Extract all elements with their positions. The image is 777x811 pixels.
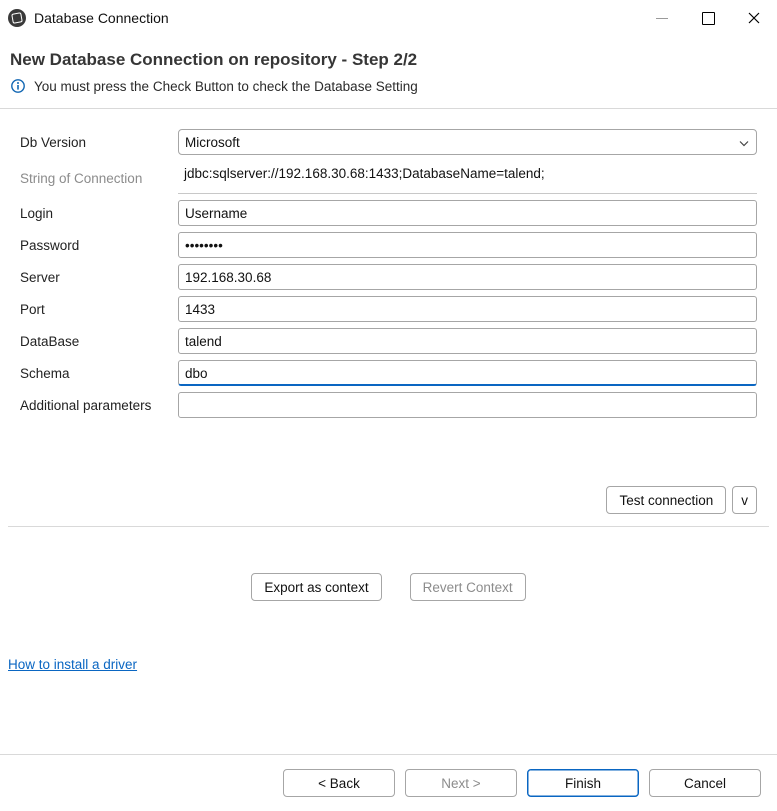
test-connection-button[interactable]: Test connection bbox=[606, 486, 726, 514]
app-icon bbox=[8, 9, 26, 27]
context-button-row: Export as context Revert Context bbox=[0, 527, 777, 629]
database-input[interactable] bbox=[178, 328, 757, 354]
titlebar: Database Connection bbox=[0, 0, 777, 36]
wizard-footer: < Back Next > Finish Cancel bbox=[0, 754, 777, 811]
back-button[interactable]: < Back bbox=[283, 769, 395, 797]
finish-button[interactable]: Finish bbox=[527, 769, 639, 797]
driver-link-row: How to install a driver bbox=[0, 629, 777, 672]
login-input[interactable] bbox=[178, 200, 757, 226]
login-label: Login bbox=[20, 205, 178, 221]
window-minimize-button[interactable] bbox=[639, 0, 685, 36]
form-area: Db Version Microsoft String of Connectio… bbox=[0, 109, 777, 418]
port-label: Port bbox=[20, 301, 178, 317]
server-input[interactable] bbox=[178, 264, 757, 290]
database-label: DataBase bbox=[20, 333, 178, 349]
schema-input[interactable] bbox=[178, 360, 757, 386]
server-label: Server bbox=[20, 269, 178, 285]
close-icon bbox=[748, 12, 760, 24]
window-maximize-button[interactable] bbox=[685, 0, 731, 36]
window-close-button[interactable] bbox=[731, 0, 777, 36]
port-input[interactable] bbox=[178, 296, 757, 322]
wizard-info-text: You must press the Check Button to check… bbox=[34, 79, 418, 94]
test-connection-row: Test connection v bbox=[0, 486, 777, 526]
wizard-title: New Database Connection on repository - … bbox=[10, 50, 767, 70]
schema-label: Schema bbox=[20, 365, 178, 381]
export-as-context-button[interactable]: Export as context bbox=[251, 573, 381, 601]
db-version-select[interactable]: Microsoft bbox=[178, 129, 757, 155]
additional-params-label: Additional parameters bbox=[20, 397, 178, 413]
additional-params-input[interactable] bbox=[178, 392, 757, 418]
info-icon bbox=[10, 78, 26, 94]
db-version-label: Db Version bbox=[20, 134, 178, 150]
password-label: Password bbox=[20, 237, 178, 253]
password-input[interactable] bbox=[178, 232, 757, 258]
wizard-banner: New Database Connection on repository - … bbox=[0, 36, 777, 109]
window-title: Database Connection bbox=[34, 10, 169, 26]
conn-string-field: jdbc:sqlserver://192.168.30.68:1433;Data… bbox=[178, 161, 757, 194]
revert-context-button[interactable]: Revert Context bbox=[410, 573, 526, 601]
test-connection-dropdown-button[interactable]: v bbox=[732, 486, 757, 514]
install-driver-link[interactable]: How to install a driver bbox=[8, 657, 137, 672]
wizard-info-row: You must press the Check Button to check… bbox=[10, 78, 767, 98]
next-button[interactable]: Next > bbox=[405, 769, 517, 797]
conn-string-label: String of Connection bbox=[20, 170, 178, 186]
cancel-button[interactable]: Cancel bbox=[649, 769, 761, 797]
